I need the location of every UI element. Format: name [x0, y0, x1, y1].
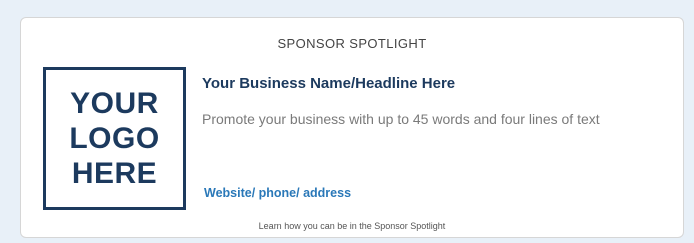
learn-more-link[interactable]: Learn how you can be in the Sponsor Spot…: [21, 221, 683, 231]
section-title: SPONSOR SPOTLIGHT: [277, 36, 427, 51]
business-headline: Your Business Name/Headline Here: [202, 75, 456, 92]
logo-line-2: LOGO: [69, 122, 160, 155]
logo-placeholder: YOUR LOGO HERE: [43, 67, 186, 210]
promo-text: Promote your business with up to 45 word…: [202, 111, 600, 127]
logo-line-3: HERE: [71, 157, 158, 190]
contact-link[interactable]: Website/ phone/ address: [204, 186, 351, 200]
logo-line-1: YOUR: [70, 87, 159, 120]
sponsor-spotlight-card: SPONSOR SPOTLIGHT YOUR LOGO HERE Your Bu…: [20, 17, 684, 238]
